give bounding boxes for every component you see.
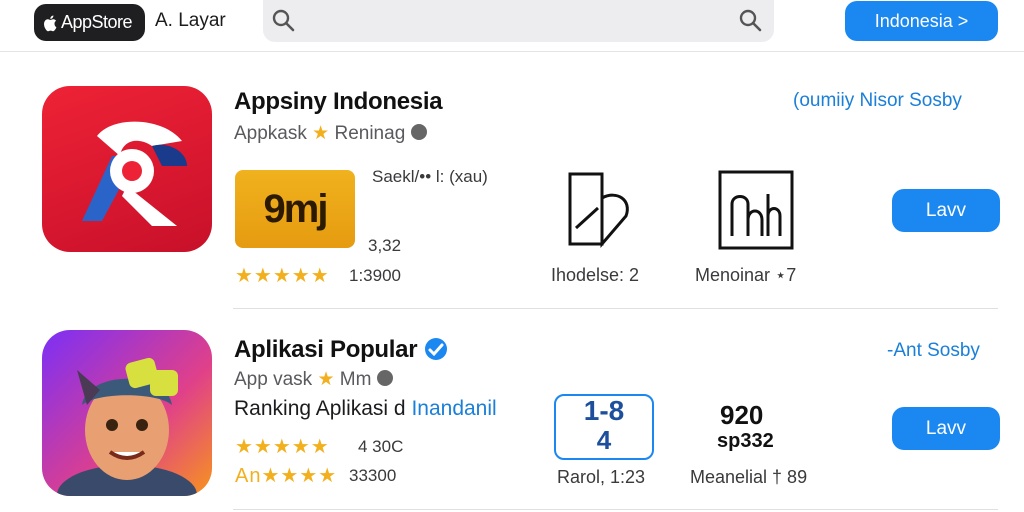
verified-badge-icon xyxy=(424,337,447,360)
app-row[interactable]: Appsiny Indonesia Appkask ★ Reninag (oum… xyxy=(0,60,1024,310)
app-title[interactable]: Appsiny Indonesia xyxy=(234,88,443,116)
rating-stars: ★★★★★ xyxy=(235,436,330,458)
rating-stars: An★★★★ xyxy=(235,465,338,487)
chart-icon xyxy=(718,170,794,250)
rank-badge-top: 1-8 xyxy=(583,395,625,426)
stat-label: Meanelial † 89 xyxy=(690,467,808,487)
app-title-text: Aplikasi Popular xyxy=(234,336,418,363)
preview-tile[interactable]: 9mj xyxy=(235,170,355,248)
star-icon: ★ xyxy=(317,369,335,390)
subtitle-right: Mm xyxy=(339,369,372,390)
app-logo-icon xyxy=(82,121,187,226)
rating-count: 4 30C xyxy=(358,437,404,456)
ranking-text: Ranking Aplikasi d Inandanil xyxy=(234,397,497,421)
rank-badge: 1-8 4 xyxy=(554,394,654,460)
ranking-prefix: Ranking Aplikasi d xyxy=(234,397,406,420)
tile-number: 3,32 xyxy=(368,236,402,255)
ranking-region[interactable]: Inandanil xyxy=(411,397,496,420)
app-icon[interactable] xyxy=(42,86,212,252)
app-title[interactable]: Aplikasi Popular xyxy=(234,336,448,364)
stat-label: Menoinar ⋆7 xyxy=(695,265,797,285)
rank-badge-bottom: 4 xyxy=(596,425,612,455)
rating-stars: ★★★★★ xyxy=(235,265,330,287)
stat-label: Rarol, 1:23 xyxy=(557,467,646,487)
meta-label: Saekl/•• l: (xau) xyxy=(372,167,488,186)
avatar-icon xyxy=(57,357,197,496)
developer-link[interactable]: (oumiiy Nisor Sosby xyxy=(793,90,962,112)
search-icon[interactable] xyxy=(738,8,764,34)
rating-count: 1:3900 xyxy=(349,266,401,285)
developer-link[interactable]: -Ant Sosby xyxy=(887,340,980,362)
search-input[interactable] xyxy=(263,0,774,42)
subtitle-right: Reninag xyxy=(334,123,406,144)
rating-prefix: An xyxy=(235,465,262,487)
app-store-label: AppStore xyxy=(61,12,133,32)
layar-label[interactable]: A. Layar xyxy=(155,10,226,32)
app-row[interactable]: Aplikasi Popular App vask ★ Mm -Ant Sosb… xyxy=(0,312,1024,512)
subtitle-left: App vask xyxy=(234,369,313,390)
app-store-button[interactable]: AppStore xyxy=(34,4,145,41)
app-subtitle: App vask ★ Mm xyxy=(234,368,393,391)
book-icon xyxy=(568,172,629,249)
stat-label: Ihodelse: 2 xyxy=(551,265,640,285)
row-divider xyxy=(233,308,998,309)
verified-icon xyxy=(410,123,427,140)
region-button[interactable]: Indonesia > xyxy=(845,1,998,41)
top-bar: AppStore A. Layar Indonesia > xyxy=(0,0,1024,52)
get-button[interactable]: Lavv xyxy=(892,407,1000,450)
app-subtitle: Appkask ★ Reninag xyxy=(234,122,427,145)
search-icon xyxy=(272,9,295,32)
verified-icon xyxy=(376,369,393,386)
apple-icon xyxy=(44,15,57,31)
row-divider xyxy=(233,509,998,510)
stat-value: 920 xyxy=(720,400,764,430)
subtitle-left: Appkask xyxy=(234,123,307,144)
rating-count: 33300 xyxy=(349,466,397,485)
get-button[interactable]: Lavv xyxy=(892,189,1000,232)
stat-value-secondary: sp332 xyxy=(717,430,774,452)
star-icon: ★ xyxy=(312,123,330,144)
app-icon[interactable] xyxy=(42,330,212,496)
